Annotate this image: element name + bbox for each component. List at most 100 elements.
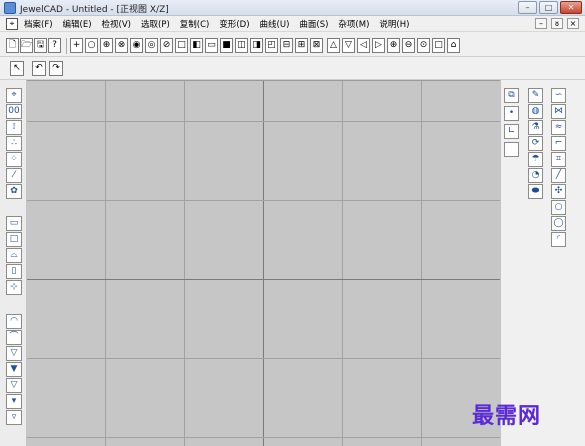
view-tool-icon[interactable]: □ (175, 38, 188, 53)
right-tool-icon[interactable]: ≈ (551, 120, 566, 135)
view-tool-icon[interactable]: ⊕ (100, 38, 113, 53)
left-tool-icon[interactable]: ⌓ (6, 248, 22, 263)
grid-line (27, 121, 500, 122)
window-title: JewelCAD - Untitled - [正视图 X/Z] (20, 5, 169, 15)
grid-line (421, 81, 422, 446)
nav-tool-icon[interactable]: ⌂ (447, 38, 460, 53)
right-tool-icon[interactable]: ✣ (551, 184, 566, 199)
mdi-controls: – ᴕ × (535, 18, 579, 29)
mdi-minimize-button[interactable]: – (535, 18, 547, 29)
left-tool-icon[interactable]: ▽ (6, 346, 22, 361)
menu-item-2[interactable]: 检视(V) (102, 18, 131, 30)
select-arrow-icon[interactable]: ↖ (10, 61, 24, 76)
menu-item-1[interactable]: 编辑(E) (63, 18, 92, 30)
document-icon[interactable]: ⌖ (6, 18, 18, 30)
left-tool-icon[interactable]: ▼ (6, 362, 22, 377)
view-tool-icon[interactable]: ⊠ (310, 38, 323, 53)
view-tool-icon[interactable]: ◧ (190, 38, 203, 53)
left-tool-icon[interactable]: 00 (6, 104, 22, 119)
nav-tool-icon[interactable]: □ (432, 38, 445, 53)
nav-tool-icon[interactable]: ▽ (342, 38, 355, 53)
right-tool-icon[interactable]: ⧉ (504, 88, 519, 103)
left-tool-icon[interactable]: ∴ (6, 136, 22, 151)
menu-item-7[interactable]: 曲面(S) (299, 18, 328, 30)
right-tool-icon[interactable]: ∟ (504, 124, 519, 139)
right-tool-icon[interactable]: ⌐ (551, 136, 566, 151)
right-tool-icon[interactable] (504, 142, 519, 157)
right-tool-icon[interactable]: ∽ (551, 88, 566, 103)
view-tool-icon[interactable]: ■ (220, 38, 233, 53)
viewport-canvas[interactable] (27, 80, 500, 446)
left-tool-icon[interactable]: ▽ (6, 378, 22, 393)
right-tool-icon[interactable]: ⋈ (551, 104, 566, 119)
left-tool-icon[interactable]: ▯ (6, 264, 22, 279)
mdi-close-button[interactable]: × (567, 18, 579, 29)
right-tool-icon[interactable]: ⬬ (528, 184, 543, 199)
nav-tool-icon[interactable]: ◁ (357, 38, 370, 53)
right-tool-icon[interactable]: ○ (551, 200, 566, 215)
view-tool-icon[interactable]: ▭ (205, 38, 218, 53)
view-tool-icon[interactable]: ◫ (235, 38, 248, 53)
right-tool-icon[interactable]: ✎ (528, 88, 543, 103)
view-tool-icon[interactable]: ◉ (130, 38, 143, 53)
menu-item-6[interactable]: 曲线(U) (260, 18, 290, 30)
view-tool-icon[interactable]: ⊗ (115, 38, 128, 53)
right-tool-icon[interactable]: ◔ (528, 168, 543, 183)
maximize-button[interactable]: □ (539, 1, 558, 14)
left-tool-icon[interactable]: ▭ (6, 216, 22, 231)
nav-tool-icon[interactable]: ⊙ (417, 38, 430, 53)
menu-item-8[interactable]: 杂项(M) (338, 18, 369, 30)
left-tool-icon[interactable]: ⁞ (6, 120, 22, 135)
minimize-button[interactable]: – (518, 1, 537, 14)
mdi-restore-button[interactable]: ᴕ (551, 18, 563, 29)
menu-items: 档案(F) 编辑(E) 检视(V) 选取(P) 复制(C) 变形(D) 曲线(U) 曲面(S)… (24, 18, 419, 30)
nav-tool-icon[interactable]: ▷ (372, 38, 385, 53)
view-tool-icon[interactable]: ○ (85, 38, 98, 53)
left-toolbar: ⌖ 00 ⁞ ∴ ⁘ ⁄ ✿ ▭ □ ⌓ ▯ ⊹ ◠ ⌒ ▽ ▼ ▽ ▾ ▿ (0, 80, 27, 446)
view-tool-icon[interactable]: ◎ (145, 38, 158, 53)
nav-tool-icon[interactable]: ⊖ (402, 38, 415, 53)
file-tool-icon[interactable]: 🗁 (20, 38, 33, 53)
left-tool-icon[interactable]: ⊹ (6, 280, 22, 295)
view-tool-icon[interactable]: ⊟ (280, 38, 293, 53)
menu-item-4[interactable]: 复制(C) (180, 18, 210, 30)
left-tool-icon[interactable]: ▿ (6, 410, 22, 425)
view-tool-icon[interactable]: ⊞ (295, 38, 308, 53)
right-tool-icon[interactable]: ◍ (528, 104, 543, 119)
view-tool-icon[interactable]: + (70, 38, 83, 53)
left-tool-icon[interactable]: ⁄ (6, 168, 22, 183)
right-tool-icon[interactable]: ⌗ (551, 152, 566, 167)
left-tool-icon[interactable]: ⁘ (6, 152, 22, 167)
view-tool-icon[interactable]: ⊘ (160, 38, 173, 53)
right-tool-icon[interactable]: ☂ (528, 152, 543, 167)
file-tool-icon[interactable]: ? (48, 38, 61, 53)
right-tool-icon[interactable]: • (504, 106, 519, 121)
redo-icon[interactable]: ↷ (49, 61, 63, 76)
grid-line (105, 81, 106, 446)
left-tool-icon[interactable]: ✿ (6, 184, 22, 199)
close-button[interactable]: ✕ (560, 1, 582, 14)
right-tool-icon[interactable]: ⚗ (528, 120, 543, 135)
nav-tool-icon[interactable]: ⊕ (387, 38, 400, 53)
menu-item-0[interactable]: 档案(F) (24, 18, 53, 30)
toolbar-separator (66, 38, 67, 54)
view-tool-icon[interactable]: ◰ (265, 38, 278, 53)
left-tool-icon[interactable]: ⌒ (6, 330, 22, 345)
menu-item-5[interactable]: 变形(D) (219, 18, 249, 30)
menu-item-3[interactable]: 选取(P) (141, 18, 170, 30)
right-tool-icon[interactable]: ◜ (551, 232, 566, 247)
right-tool-icon[interactable]: ◯ (551, 216, 566, 231)
left-tool-icon[interactable]: ▾ (6, 394, 22, 409)
right-tool-icon[interactable]: ⟳ (528, 136, 543, 151)
right-tool-icon[interactable]: ╱ (551, 168, 566, 183)
file-tool-icon[interactable]: 🖫 (34, 38, 47, 53)
undo-icon[interactable]: ↶ (32, 61, 46, 76)
left-tool-icon[interactable]: ⌖ (6, 88, 22, 103)
menu-item-9[interactable]: 说明(H) (379, 18, 409, 30)
left-tool-icon[interactable]: ◠ (6, 314, 22, 329)
nav-tool-icon[interactable]: △ (327, 38, 340, 53)
file-tool-icon[interactable]: 🗋 (6, 38, 19, 53)
view-tool-icon[interactable]: ◨ (250, 38, 263, 53)
left-tool-icon[interactable]: □ (6, 232, 22, 247)
grid-line (184, 81, 185, 446)
